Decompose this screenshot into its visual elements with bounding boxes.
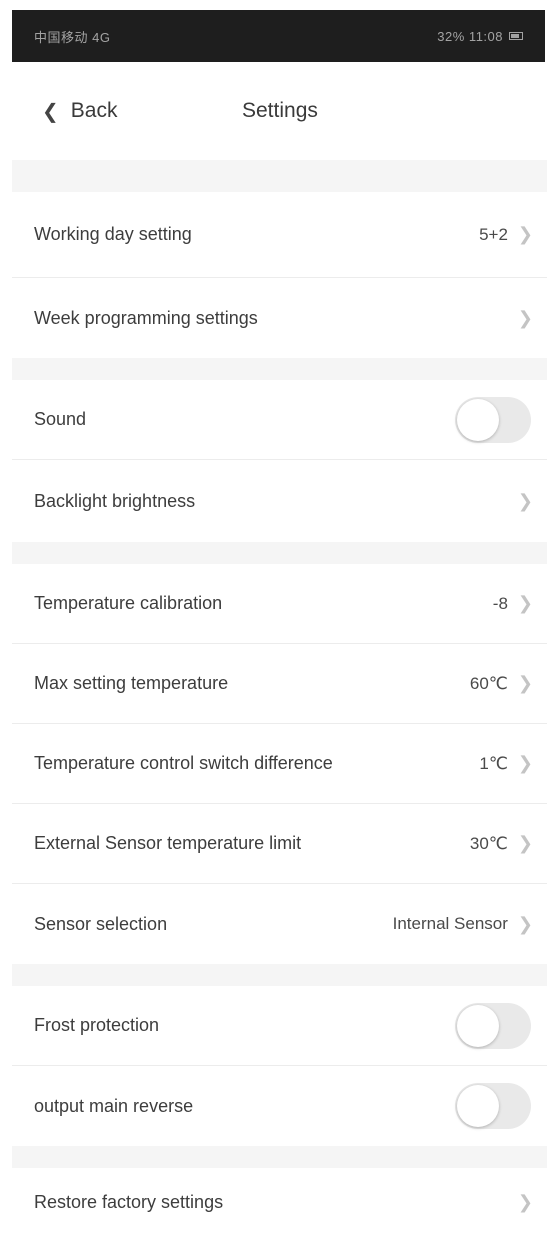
chevron-right-icon: ❯ xyxy=(517,593,533,613)
nav-bar: ❮ Back Settings xyxy=(12,62,547,160)
status-carrier: 中国移动 4G xyxy=(34,29,111,45)
chevron-right-icon: ❯ xyxy=(517,490,533,511)
row-value: 60℃ xyxy=(469,673,508,693)
back-label: Back xyxy=(70,99,118,122)
row-value: 5+2 xyxy=(479,224,508,244)
status-bar: 中国移动 4G 32% 11:08 xyxy=(12,10,545,62)
chevron-right-icon: ❯ xyxy=(517,753,533,773)
frost-protection-toggle[interactable] xyxy=(455,1002,531,1049)
row-label: Sound xyxy=(34,409,87,429)
row-sensor-selection[interactable]: Sensor selection Internal Sensor ❯ xyxy=(12,884,547,964)
chevron-right-icon: ❯ xyxy=(517,1192,533,1212)
row-switch-difference[interactable]: Temperature control switch difference 1℃… xyxy=(12,724,547,804)
toggle-knob xyxy=(457,1085,499,1127)
chevron-right-icon: ❯ xyxy=(517,224,533,244)
output-reverse-toggle[interactable] xyxy=(455,1083,531,1129)
row-week-programming[interactable]: Week programming settings ❯ xyxy=(12,278,547,358)
row-working-day-setting[interactable]: Working day setting 5+2 ❯ xyxy=(12,192,547,278)
status-right: 32% 11:08 xyxy=(437,29,523,44)
row-label: Frost protection xyxy=(34,1015,160,1035)
row-label: Temperature control switch difference xyxy=(34,753,333,773)
row-external-sensor-limit[interactable]: External Sensor temperature limit 30℃ ❯ xyxy=(12,804,547,884)
row-max-setting-temperature[interactable]: Max setting temperature 60℃ ❯ xyxy=(12,644,547,724)
back-button[interactable]: ❮ Back xyxy=(42,99,117,124)
chevron-right-icon: ❯ xyxy=(517,673,533,693)
section-separator xyxy=(12,1146,547,1168)
row-sound: Sound xyxy=(12,380,547,460)
page-title: Settings xyxy=(242,99,318,122)
row-value: 1℃ xyxy=(479,753,508,773)
row-backlight-brightness[interactable]: Backlight brightness ❯ xyxy=(12,460,547,542)
row-label: Working day setting xyxy=(34,224,192,244)
section-separator xyxy=(12,964,547,986)
chevron-right-icon: ❯ xyxy=(517,307,533,328)
section-separator xyxy=(12,358,547,380)
row-label: External Sensor temperature limit xyxy=(34,833,302,853)
chevron-right-icon: ❯ xyxy=(517,913,533,934)
battery-icon xyxy=(509,32,523,40)
row-label: Temperature calibration xyxy=(34,593,223,613)
back-arrow-icon: ❮ xyxy=(42,100,59,123)
row-label: Sensor selection xyxy=(34,913,168,934)
chevron-right-icon: ❯ xyxy=(517,833,533,853)
section-separator xyxy=(12,160,547,192)
status-battery-time: 32% 11:08 xyxy=(437,28,503,44)
row-label: output main reverse xyxy=(34,1095,194,1116)
row-value: -8 xyxy=(492,593,508,613)
section-separator xyxy=(12,542,547,564)
row-value: 30℃ xyxy=(469,833,508,853)
row-restore-factory-settings[interactable]: Restore factory settings ❯ xyxy=(12,1168,547,1237)
row-temperature-calibration[interactable]: Temperature calibration -8 ❯ xyxy=(12,564,547,644)
row-label: Max setting temperature xyxy=(34,673,229,693)
row-label: Week programming settings xyxy=(34,307,258,328)
row-output-main-reverse: output main reverse xyxy=(12,1066,547,1146)
row-value: Internal Sensor xyxy=(392,914,508,933)
sound-toggle[interactable] xyxy=(455,396,531,443)
row-label: Restore factory settings xyxy=(34,1192,224,1212)
row-label: Backlight brightness xyxy=(34,490,196,511)
toggle-knob xyxy=(457,1004,499,1047)
row-frost-protection: Frost protection xyxy=(12,986,547,1066)
toggle-knob xyxy=(457,398,499,441)
